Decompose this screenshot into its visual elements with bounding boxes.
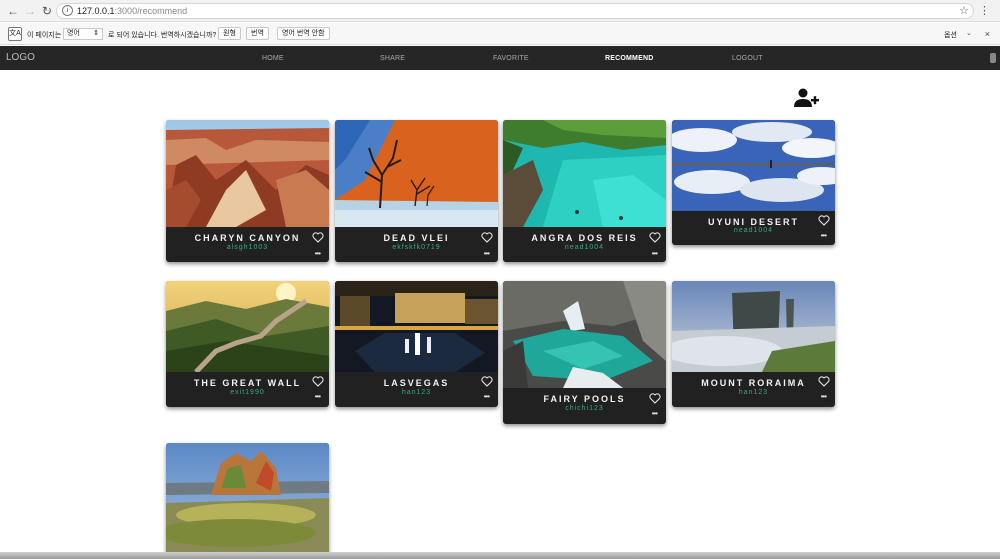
- nav-favorite[interactable]: FAVORITE: [493, 55, 529, 62]
- card-author[interactable]: han123: [672, 389, 835, 396]
- more-options-icon[interactable]: •••: [315, 393, 321, 401]
- reload-icon[interactable]: ↻: [39, 4, 55, 18]
- heart-icon[interactable]: [481, 232, 493, 243]
- card-photo-dead-vlei[interactable]: [335, 120, 498, 227]
- translate-text-after: 로 되어 있습니다. 번역하시겠습니까?: [108, 32, 217, 39]
- browser-menu-icon[interactable]: ⋮: [979, 4, 990, 17]
- card-author[interactable]: nead1004: [503, 244, 666, 251]
- close-translate-icon[interactable]: ×: [985, 29, 990, 39]
- more-options-icon[interactable]: •••: [652, 250, 658, 258]
- site-navbar: LOGO HOME SHARE FAVORITE RECOMMEND LOGOU…: [0, 46, 1000, 70]
- translate-bar: 文A 이 페이지는 영어 ⇕ 로 되어 있습니다. 번역하시겠습니까? 원형 번…: [0, 23, 1000, 45]
- card-photo-fly-geyser[interactable]: [166, 443, 329, 559]
- url-path: :3000/recommend: [114, 6, 188, 16]
- heart-icon[interactable]: [649, 232, 661, 243]
- place-card[interactable]: [166, 443, 329, 559]
- place-card[interactable]: ANGRA DOS REIS nead1004 •••: [503, 120, 666, 262]
- place-card[interactable]: CHARYN CANYON alsgh1003 •••: [166, 120, 329, 262]
- translate-text-before: 이 페이지는: [27, 32, 62, 39]
- heart-icon[interactable]: [481, 376, 493, 387]
- url-host: 127.0.0.1: [77, 6, 115, 16]
- more-options-icon[interactable]: •••: [821, 232, 827, 240]
- translate-icon: 文A: [8, 27, 22, 41]
- nav-logout[interactable]: LOGOUT: [732, 55, 763, 62]
- back-icon[interactable]: ←: [5, 4, 21, 18]
- info-icon[interactable]: i: [62, 5, 73, 16]
- heart-icon[interactable]: [312, 232, 324, 243]
- card-title: UYUNI DESERT: [707, 217, 799, 227]
- options-button[interactable]: 옵션: [944, 30, 957, 40]
- add-friend-icon[interactable]: [794, 88, 820, 108]
- browser-toolbar: ← → ↻ i 127.0.0.1:3000/recommend ☆ ⋮: [0, 0, 1000, 22]
- card-author[interactable]: nead1004: [672, 227, 835, 234]
- nav-share[interactable]: SHARE: [380, 55, 405, 62]
- card-author[interactable]: alsgh1003: [166, 244, 329, 251]
- heart-icon[interactable]: [312, 376, 324, 387]
- options-chevron-icon[interactable]: ⌄: [966, 29, 972, 37]
- card-title: THE GREAT WALL: [193, 378, 302, 388]
- place-card[interactable]: UYUNI DESERT nead1004 •••: [672, 120, 835, 245]
- card-photo-charyn-canyon[interactable]: [166, 120, 329, 227]
- heart-icon[interactable]: [649, 393, 661, 404]
- more-options-icon[interactable]: •••: [652, 410, 658, 418]
- card-author[interactable]: han123: [335, 389, 498, 396]
- card-title: LASVEGAS: [383, 378, 450, 388]
- select-arrows-icon: ⇕: [93, 30, 99, 37]
- place-card[interactable]: FAIRY POOLS chichi123 •••: [503, 281, 666, 424]
- place-card[interactable]: DEAD VLEI ekfskfk0719 •••: [335, 120, 498, 262]
- address-bar[interactable]: i 127.0.0.1:3000/recommend ☆: [56, 3, 974, 19]
- heart-icon[interactable]: [818, 215, 830, 226]
- card-photo-angra-dos-reis[interactable]: [503, 120, 666, 227]
- card-title: CHARYN CANYON: [194, 233, 301, 243]
- heart-icon[interactable]: [818, 376, 830, 387]
- more-options-icon[interactable]: •••: [315, 250, 321, 258]
- translate-language-select[interactable]: 영어 ⇕: [63, 28, 103, 40]
- card-title: DEAD VLEI: [383, 233, 450, 243]
- forward-icon[interactable]: →: [22, 4, 38, 18]
- card-title: FAIRY POOLS: [543, 394, 626, 404]
- card-author[interactable]: exit1990: [166, 389, 329, 396]
- card-author[interactable]: ekfskfk0719: [335, 244, 498, 251]
- never-translate-button[interactable]: 영어 번역 안함: [277, 27, 330, 40]
- card-photo-great-wall[interactable]: [166, 281, 329, 372]
- more-options-icon[interactable]: •••: [821, 393, 827, 401]
- window-bottom-edge: [0, 552, 1000, 559]
- card-photo-mount-roraima[interactable]: [672, 281, 835, 372]
- place-card[interactable]: THE GREAT WALL exit1990 •••: [166, 281, 329, 407]
- card-title: ANGRA DOS REIS: [531, 233, 638, 243]
- translate-button[interactable]: 번역: [246, 27, 269, 40]
- card-photo-uyuni-desert[interactable]: [672, 120, 835, 211]
- original-button[interactable]: 원형: [218, 27, 241, 40]
- nav-home[interactable]: HOME: [262, 55, 284, 62]
- nav-recommend[interactable]: RECOMMEND: [605, 55, 653, 62]
- card-photo-lasvegas[interactable]: [335, 281, 498, 372]
- scrollbar-thumb[interactable]: [990, 53, 996, 63]
- card-photo-fairy-pools[interactable]: [503, 281, 666, 388]
- bookmark-star-icon[interactable]: ☆: [959, 4, 969, 18]
- card-title: MOUNT RORAIMA: [701, 378, 806, 388]
- more-options-icon[interactable]: •••: [484, 393, 490, 401]
- more-options-icon[interactable]: •••: [484, 250, 490, 258]
- card-author[interactable]: chichi123: [503, 405, 666, 412]
- site-logo[interactable]: LOGO: [6, 52, 35, 63]
- translate-language-value: 영어: [67, 30, 80, 37]
- place-card[interactable]: MOUNT RORAIMA han123 •••: [672, 281, 835, 407]
- place-card[interactable]: LASVEGAS han123 •••: [335, 281, 498, 407]
